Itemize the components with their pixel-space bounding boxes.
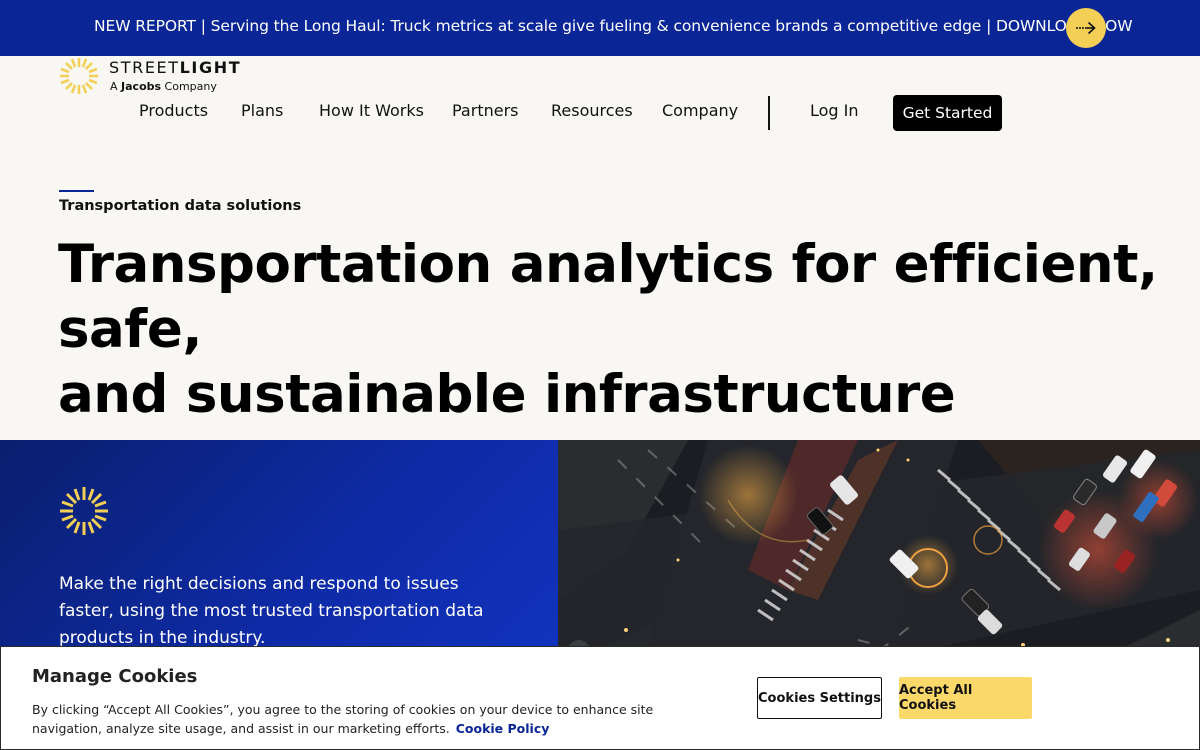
arrow-right-icon [1076, 21, 1096, 35]
nav-item-company[interactable]: Company [662, 101, 738, 120]
cookie-title: Manage Cookies [32, 666, 198, 687]
nav-item-plans[interactable]: Plans [241, 101, 283, 120]
login-link[interactable]: Log In [810, 101, 859, 120]
hero-title-line-1: Transportation analytics for efficient, … [58, 234, 1158, 360]
announcement-bar: NEW REPORT | Serving the Long Haul: Truc… [0, 0, 1200, 56]
nav-item-partners[interactable]: Partners [452, 101, 518, 120]
logo-tagline: A Jacobs Company [110, 80, 217, 93]
get-started-button[interactable]: Get Started [893, 95, 1002, 131]
accept-all-cookies-button[interactable]: Accept All Cookies [899, 677, 1032, 719]
hero-eyebrow: Transportation data solutions [59, 198, 302, 214]
nav-item-products[interactable]: Products [139, 101, 208, 120]
streetlight-logo[interactable]: STREETLIGHT A Jacobs Company [58, 56, 248, 96]
nav-divider [768, 96, 770, 130]
cookies-settings-button[interactable]: Cookies Settings [757, 677, 882, 719]
hero-title-line-2: and sustainable infrastructure [58, 364, 956, 425]
sun-logo-icon [60, 58, 98, 94]
feature-description: Make the right decisions and respond to … [59, 574, 484, 648]
announcement-arrow-button[interactable] [1066, 8, 1106, 48]
cookie-description: By clicking “Accept All Cookies”, you ag… [32, 700, 722, 738]
eyebrow-accent-line [59, 190, 94, 192]
nav-item-how-it-works[interactable]: How It Works [319, 101, 424, 120]
cookie-banner: Manage Cookies By clicking “Accept All C… [0, 646, 1200, 750]
nav-item-resources[interactable]: Resources [551, 101, 633, 120]
cookie-body-text: By clicking “Accept All Cookies”, you ag… [32, 702, 654, 736]
hero-title: Transportation analytics for efficient, … [58, 232, 1158, 427]
sun-mark-icon [60, 487, 108, 535]
announcement-text[interactable]: NEW REPORT | Serving the Long Haul: Truc… [94, 17, 1133, 35]
cookie-policy-link[interactable]: Cookie Policy [456, 721, 550, 736]
logo-wordmark: STREETLIGHT [109, 58, 242, 77]
